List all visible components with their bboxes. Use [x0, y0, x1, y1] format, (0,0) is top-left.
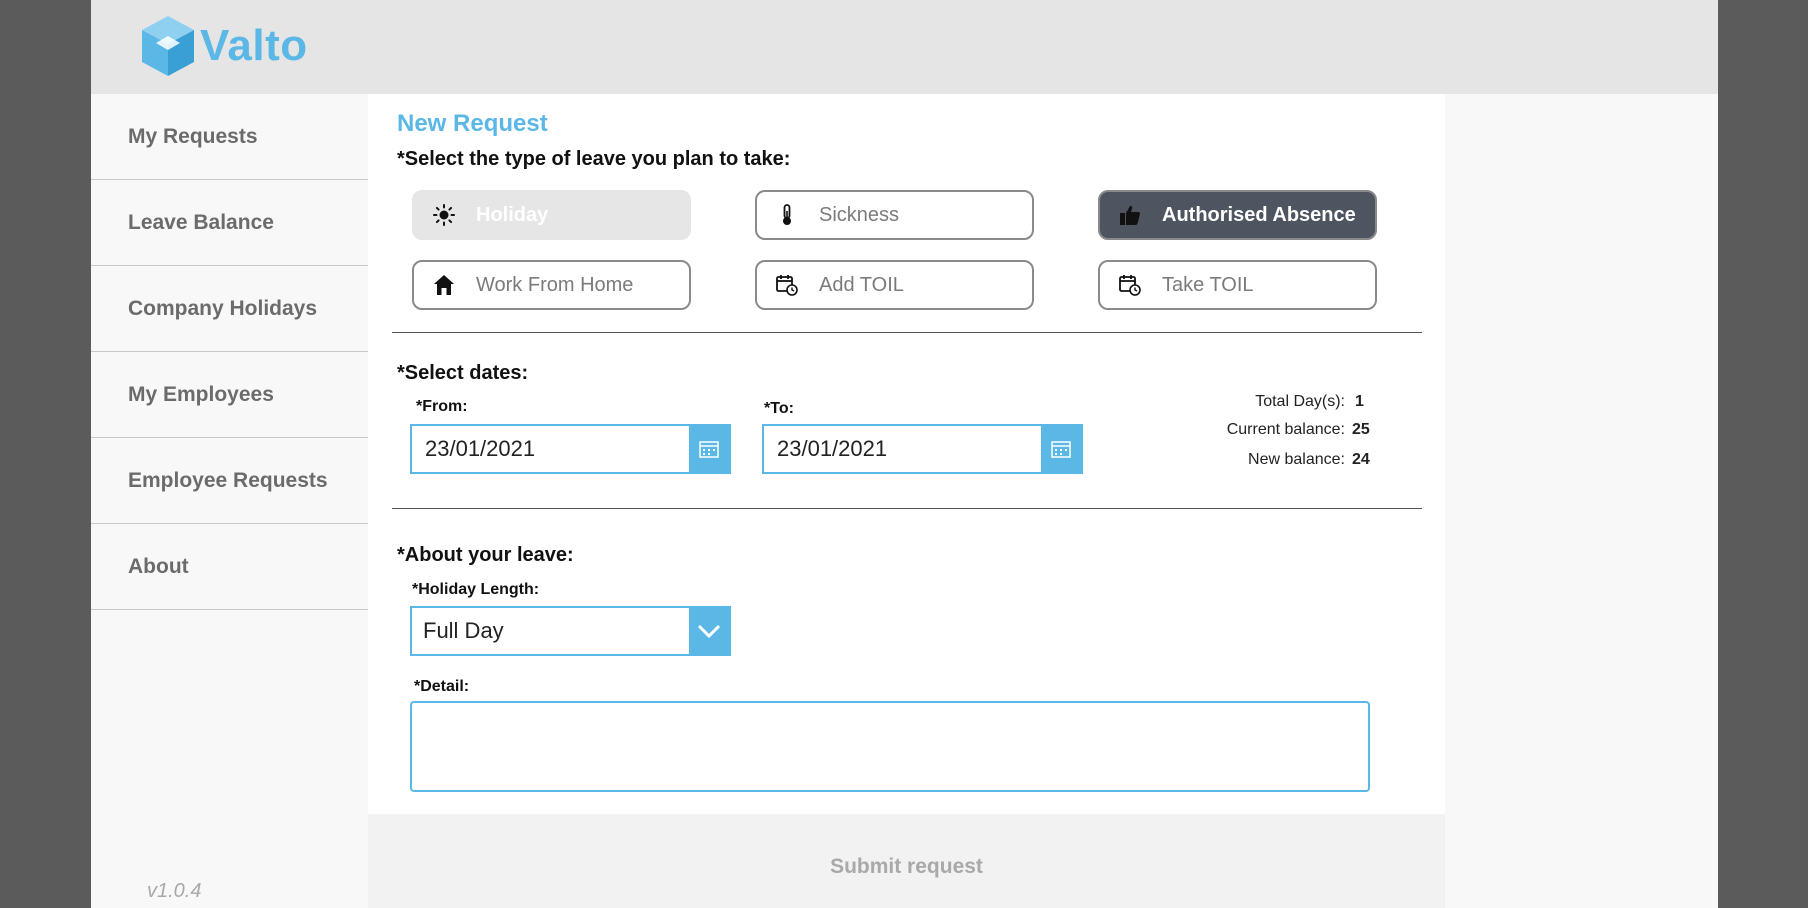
to-label: *To: [764, 400, 794, 417]
holiday-length-label: *Holiday Length: [412, 581, 540, 598]
logo: Valto [140, 14, 308, 78]
from-date-value: 23/01/2021 [425, 436, 536, 461]
cube-logo-icon [142, 16, 194, 76]
request-form: New Request *Select the type of leave yo… [368, 94, 1445, 814]
holiday-length-select[interactable]: Full Day [410, 606, 731, 656]
thermometer-icon [775, 203, 799, 227]
from-date-field[interactable]: 23/01/2021 [410, 424, 731, 474]
calendar-clock-icon [1118, 273, 1142, 297]
sun-icon [432, 203, 456, 227]
sidebar: My Requests Leave Balance Company Holida… [91, 94, 368, 908]
leave-type-label: Holiday [476, 203, 549, 226]
sidebar-item-employee-requests[interactable]: Employee Requests [91, 438, 368, 524]
detail-label: *Detail: [414, 678, 470, 695]
divider [392, 332, 1422, 333]
header: Valto [91, 0, 1718, 94]
holiday-length-value: Full Day [423, 618, 504, 643]
leave-type-sickness-button[interactable]: Sickness [755, 190, 1034, 240]
submit-request-button[interactable]: Submit request [830, 855, 983, 879]
calendar-icon[interactable] [689, 426, 729, 472]
leave-type-label: Add TOIL [819, 273, 904, 296]
sidebar-item-about[interactable]: About [91, 524, 368, 610]
app-name: Valto [200, 21, 308, 70]
new-balance-label: New balance: [1248, 451, 1345, 468]
detail-textarea[interactable] [410, 701, 1370, 792]
app-window: Valto My Requests Leave Balance Company … [91, 0, 1718, 908]
leave-type-label: Sickness [819, 203, 900, 226]
chevron-down-icon[interactable] [689, 608, 729, 654]
submit-bar: Submit request [368, 814, 1445, 908]
divider [392, 508, 1422, 509]
total-days-label: Total Day(s): [1255, 393, 1345, 410]
home-icon [432, 273, 456, 297]
leave-type-add-toil-button[interactable]: Add TOIL [755, 260, 1034, 310]
sidebar-item-my-employees[interactable]: My Employees [91, 352, 368, 438]
total-days-value: 1 [1355, 393, 1364, 410]
new-balance-value: 24 [1352, 451, 1370, 468]
thumbs-up-icon [1118, 203, 1142, 227]
leave-type-label: Authorised Absence [1162, 203, 1356, 226]
leave-type-work-from-home-button[interactable]: Work From Home [412, 260, 691, 310]
right-panel [1445, 94, 1718, 908]
sidebar-item-leave-balance[interactable]: Leave Balance [91, 180, 368, 266]
dates-prompt: *Select dates: [397, 362, 529, 384]
calendar-icon[interactable] [1041, 426, 1081, 472]
leave-type-label: Work From Home [476, 273, 634, 296]
sidebar-item-company-holidays[interactable]: Company Holidays [91, 266, 368, 352]
sidebar-item-my-requests[interactable]: My Requests [91, 94, 368, 180]
to-date-value: 23/01/2021 [777, 436, 888, 461]
to-date-field[interactable]: 23/01/2021 [762, 424, 1083, 474]
leave-type-label: Take TOIL [1162, 273, 1254, 296]
from-label: *From: [416, 398, 468, 415]
calendar-clock-icon [775, 273, 799, 297]
current-balance-value: 25 [1352, 421, 1370, 438]
page-title: New Request [397, 110, 548, 137]
leave-type-authorised-absence-button[interactable]: Authorised Absence [1098, 190, 1377, 240]
version-label: v1.0.4 [147, 880, 202, 902]
about-prompt: *About your leave: [397, 544, 574, 566]
current-balance-label: Current balance: [1226, 421, 1345, 438]
leave-type-take-toil-button[interactable]: Take TOIL [1098, 260, 1377, 310]
leave-type-holiday-button[interactable]: Holiday [412, 190, 691, 240]
leave-type-prompt: *Select the type of leave you plan to ta… [397, 148, 791, 170]
